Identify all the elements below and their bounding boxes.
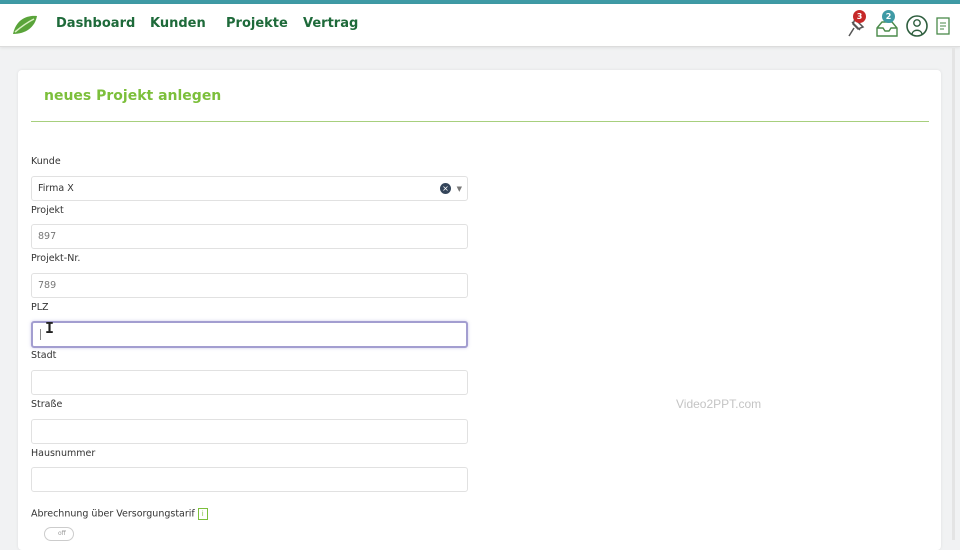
page-title: neues Projekt anlegen: [44, 88, 222, 104]
title-divider: [31, 121, 929, 122]
chevron-down-icon[interactable]: ▼: [457, 185, 462, 193]
nav-vertrag[interactable]: Vertrag: [303, 16, 358, 31]
hausnummer-input[interactable]: [31, 467, 468, 492]
abrechnung-toggle[interactable]: off: [44, 527, 74, 541]
notification-count-badge: 3: [853, 10, 866, 23]
info-icon[interactable]: i: [197, 508, 208, 520]
plz-label: PLZ: [31, 302, 49, 313]
kunde-select[interactable]: Firma X × ▼: [31, 176, 468, 201]
watermark-text: Video2PPT.com: [676, 397, 762, 411]
strasse-label: Straße: [31, 399, 63, 410]
hausnummer-label: Hausnummer: [31, 448, 96, 459]
projekt-nr-input[interactable]: 789: [31, 273, 468, 298]
leaf-logo-icon[interactable]: [10, 12, 40, 38]
nav-kunden[interactable]: Kunden: [150, 16, 206, 31]
projekt-label: Projekt: [31, 205, 64, 216]
ibeam-cursor-icon: I: [45, 319, 55, 337]
stadt-label: Stadt: [31, 350, 57, 361]
text-caret: [40, 329, 41, 340]
clear-selection-icon[interactable]: ×: [440, 183, 451, 194]
messages-count-badge: 2: [882, 10, 895, 23]
kunde-value: Firma X: [38, 183, 74, 194]
projekt-value: 897: [38, 231, 57, 242]
projekt-nr-label: Projekt-Nr.: [31, 253, 81, 264]
pin-notification-icon[interactable]: 3: [843, 10, 869, 40]
nav-dashboard[interactable]: Dashboard: [56, 16, 135, 31]
document-icon[interactable]: [934, 12, 960, 40]
projekt-nr-value: 789: [38, 280, 57, 291]
strasse-input[interactable]: [31, 419, 468, 444]
kunde-label: Kunde: [31, 156, 61, 167]
abrechnung-row: Abrechnung über Versorgungstarif i: [31, 508, 208, 520]
abrechnung-label: Abrechnung über Versorgungstarif: [31, 508, 195, 520]
plz-input[interactable]: I: [31, 319, 468, 348]
stadt-input[interactable]: [31, 370, 468, 395]
top-navbar: Dashboard Kunden Projekte Vertrag 3 2: [0, 4, 960, 47]
inbox-icon[interactable]: 2: [874, 10, 900, 40]
user-icon[interactable]: [905, 12, 931, 40]
scrollbar-track[interactable]: [952, 48, 955, 540]
toggle-state-label: off: [58, 530, 66, 537]
projekt-input[interactable]: 897: [31, 224, 468, 249]
nav-projekte[interactable]: Projekte: [226, 16, 288, 31]
